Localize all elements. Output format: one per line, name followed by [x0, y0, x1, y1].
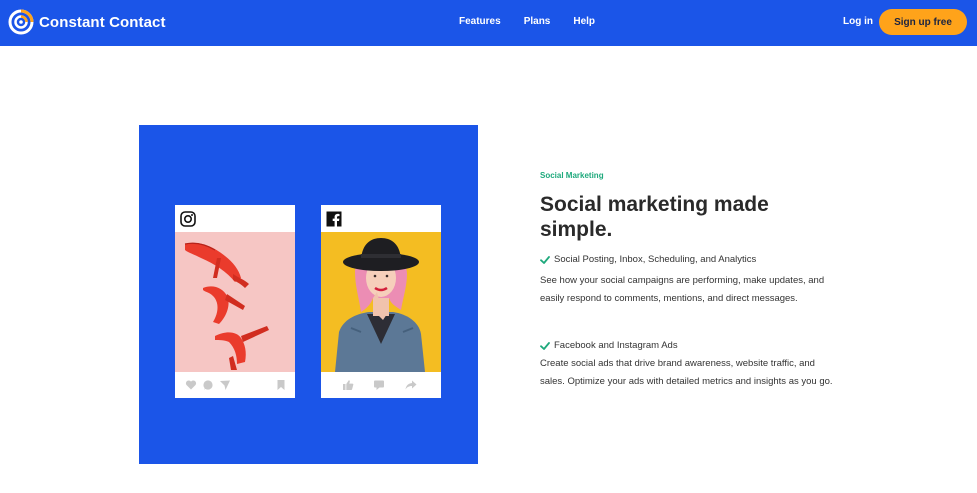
card-header [175, 205, 295, 232]
feature-title-text: Facebook and Instagram Ads [554, 340, 678, 351]
shoes-photo [175, 232, 295, 372]
nav-link-help[interactable]: Help [573, 16, 595, 27]
feature-description-ads: Create social ads that drive brand aware… [540, 358, 833, 388]
like-icon[interactable] [342, 379, 354, 391]
nav-link-features[interactable]: Features [459, 16, 501, 27]
facebook-icon [326, 211, 342, 227]
comment-icon[interactable] [373, 379, 385, 391]
brand-logo-link[interactable]: Constant Contact [8, 9, 166, 35]
checkmark-icon [540, 341, 550, 350]
feature-description-social-posting: See how your social campaigns are perfor… [540, 275, 825, 305]
constant-contact-logo-icon [8, 9, 34, 35]
instagram-icon [180, 211, 196, 227]
facebook-post-card [321, 205, 441, 398]
share-icon[interactable] [405, 379, 417, 391]
bookmark-icon[interactable] [275, 379, 287, 391]
heart-icon[interactable] [185, 379, 197, 391]
login-link[interactable]: Log in [843, 16, 873, 27]
card-actions [175, 372, 295, 398]
section-headline: Social marketing made simple. [540, 193, 769, 241]
woman-portrait-photo [321, 232, 441, 372]
instagram-post-card [175, 205, 295, 398]
card-header [321, 205, 441, 232]
card-actions [321, 372, 441, 398]
section-eyebrow: Social Marketing [540, 171, 604, 180]
signup-button[interactable]: Sign up free [879, 9, 967, 35]
top-navigation-bar: Constant Contact Features Plans Help Log… [0, 0, 977, 46]
feature-title-text: Social Posting, Inbox, Scheduling, and A… [554, 254, 757, 265]
social-illustration-panel [139, 125, 478, 464]
primary-nav-links: Features Plans Help [459, 16, 595, 27]
feature-title-ads: Facebook and Instagram Ads [540, 340, 678, 351]
send-icon[interactable] [219, 379, 231, 391]
checkmark-icon [540, 255, 550, 264]
comment-icon[interactable] [202, 379, 214, 391]
feature-title-social-posting: Social Posting, Inbox, Scheduling, and A… [540, 254, 756, 265]
nav-link-plans[interactable]: Plans [524, 16, 551, 27]
brand-name: Constant Contact [39, 13, 166, 31]
